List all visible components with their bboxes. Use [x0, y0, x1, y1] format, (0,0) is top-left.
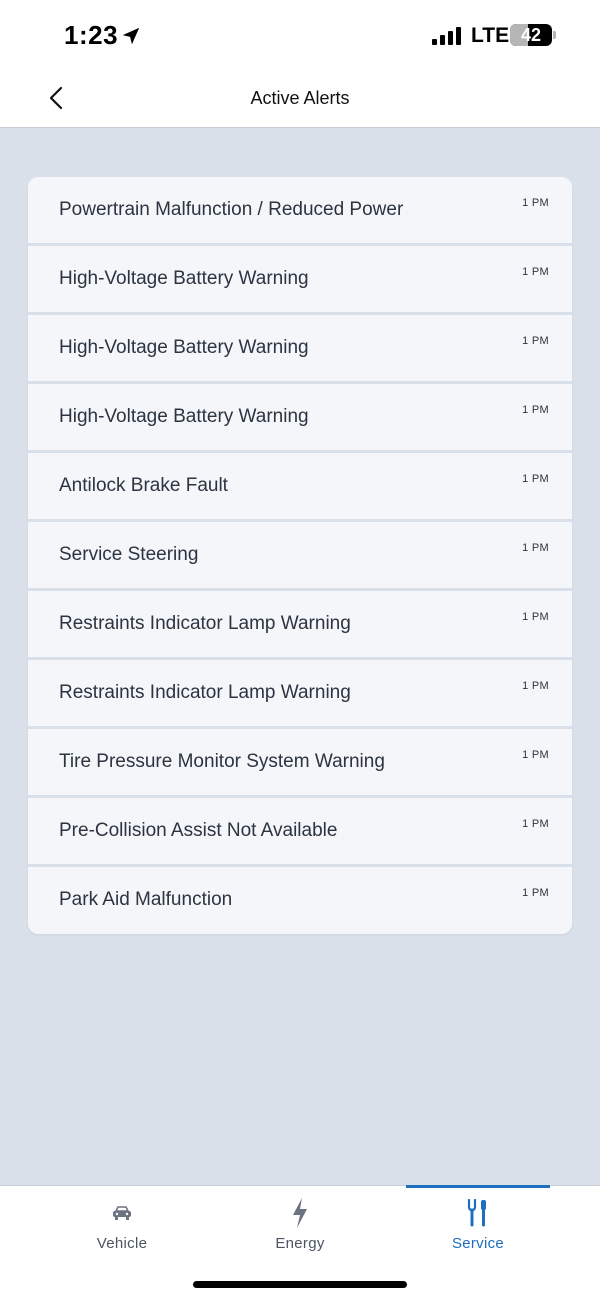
- alert-time: 1 PM: [522, 197, 549, 209]
- alert-title: Pre-Collision Assist Not Available: [59, 820, 338, 841]
- alert-title: High-Voltage Battery Warning: [59, 268, 309, 289]
- alert-time: 1 PM: [522, 404, 549, 416]
- alert-title: Restraints Indicator Lamp Warning: [59, 682, 351, 703]
- nav-label-service: Service: [451, 1235, 505, 1252]
- status-bar: 1:23 LTE 42: [0, 0, 600, 70]
- home-indicator[interactable]: [193, 1281, 407, 1288]
- alert-time: 1 PM: [522, 473, 549, 485]
- alert-title: Service Steering: [59, 544, 199, 565]
- alert-time: 1 PM: [522, 335, 549, 347]
- wrench-screwdriver-icon: [467, 1199, 486, 1227]
- alert-time: 1 PM: [522, 611, 549, 623]
- battery-icon: 42: [510, 24, 552, 46]
- alert-item[interactable]: High-Voltage Battery Warning 1 PM: [28, 246, 572, 315]
- battery-percentage: 42: [520, 25, 542, 45]
- header: Active Alerts: [0, 70, 600, 128]
- alert-item[interactable]: Tire Pressure Monitor System Warning 1 PM: [28, 729, 572, 798]
- alert-list: Powertrain Malfunction / Reduced Power 1 …: [28, 177, 572, 934]
- alert-time: 1 PM: [522, 818, 549, 830]
- alert-time: 1 PM: [522, 887, 549, 899]
- signal-icon: [432, 27, 461, 45]
- alert-time: 1 PM: [522, 266, 549, 278]
- battery-tip: [553, 31, 556, 39]
- alert-item[interactable]: Pre-Collision Assist Not Available 1 PM: [28, 798, 572, 867]
- alert-item[interactable]: Antilock Brake Fault 1 PM: [28, 453, 572, 522]
- alert-item[interactable]: Powertrain Malfunction / Reduced Power 1 …: [28, 177, 572, 246]
- nav-item-energy[interactable]: Energy: [228, 1186, 372, 1276]
- alert-time: 1 PM: [522, 542, 549, 554]
- alert-title: Tire Pressure Monitor System Warning: [59, 751, 385, 772]
- alert-title: High-Voltage Battery Warning: [59, 337, 309, 358]
- alert-item[interactable]: Restraints Indicator Lamp Warning 1 PM: [28, 660, 572, 729]
- alert-title: High-Voltage Battery Warning: [59, 406, 309, 427]
- page-title: Active Alerts: [250, 88, 350, 108]
- network-label: LTE: [471, 24, 510, 47]
- alert-item[interactable]: Restraints Indicator Lamp Warning 1 PM: [28, 591, 572, 660]
- car-icon: [113, 1206, 131, 1220]
- alert-title: Park Aid Malfunction: [59, 889, 233, 910]
- nav-item-vehicle[interactable]: Vehicle: [50, 1186, 194, 1276]
- alert-title: Antilock Brake Fault: [59, 475, 228, 496]
- lightning-bolt-icon: [293, 1198, 307, 1228]
- location-arrow-icon: [122, 27, 140, 45]
- alert-item[interactable]: Park Aid Malfunction 1 PM: [28, 867, 572, 934]
- alert-title: Powertrain Malfunction / Reduced Power: [59, 199, 404, 220]
- alert-item[interactable]: Service Steering 1 PM: [28, 522, 572, 591]
- alert-title: Restraints Indicator Lamp Warning: [59, 613, 351, 634]
- status-time: 1:23: [64, 20, 119, 50]
- alert-time: 1 PM: [522, 680, 549, 692]
- alert-item[interactable]: High-Voltage Battery Warning 1 PM: [28, 315, 572, 384]
- alert-item[interactable]: High-Voltage Battery Warning 1 PM: [28, 384, 572, 453]
- nav-label-energy: Energy: [275, 1235, 325, 1252]
- nav-item-service[interactable]: Service: [406, 1185, 550, 1276]
- alert-time: 1 PM: [522, 749, 549, 761]
- nav-label-vehicle: Vehicle: [96, 1235, 148, 1252]
